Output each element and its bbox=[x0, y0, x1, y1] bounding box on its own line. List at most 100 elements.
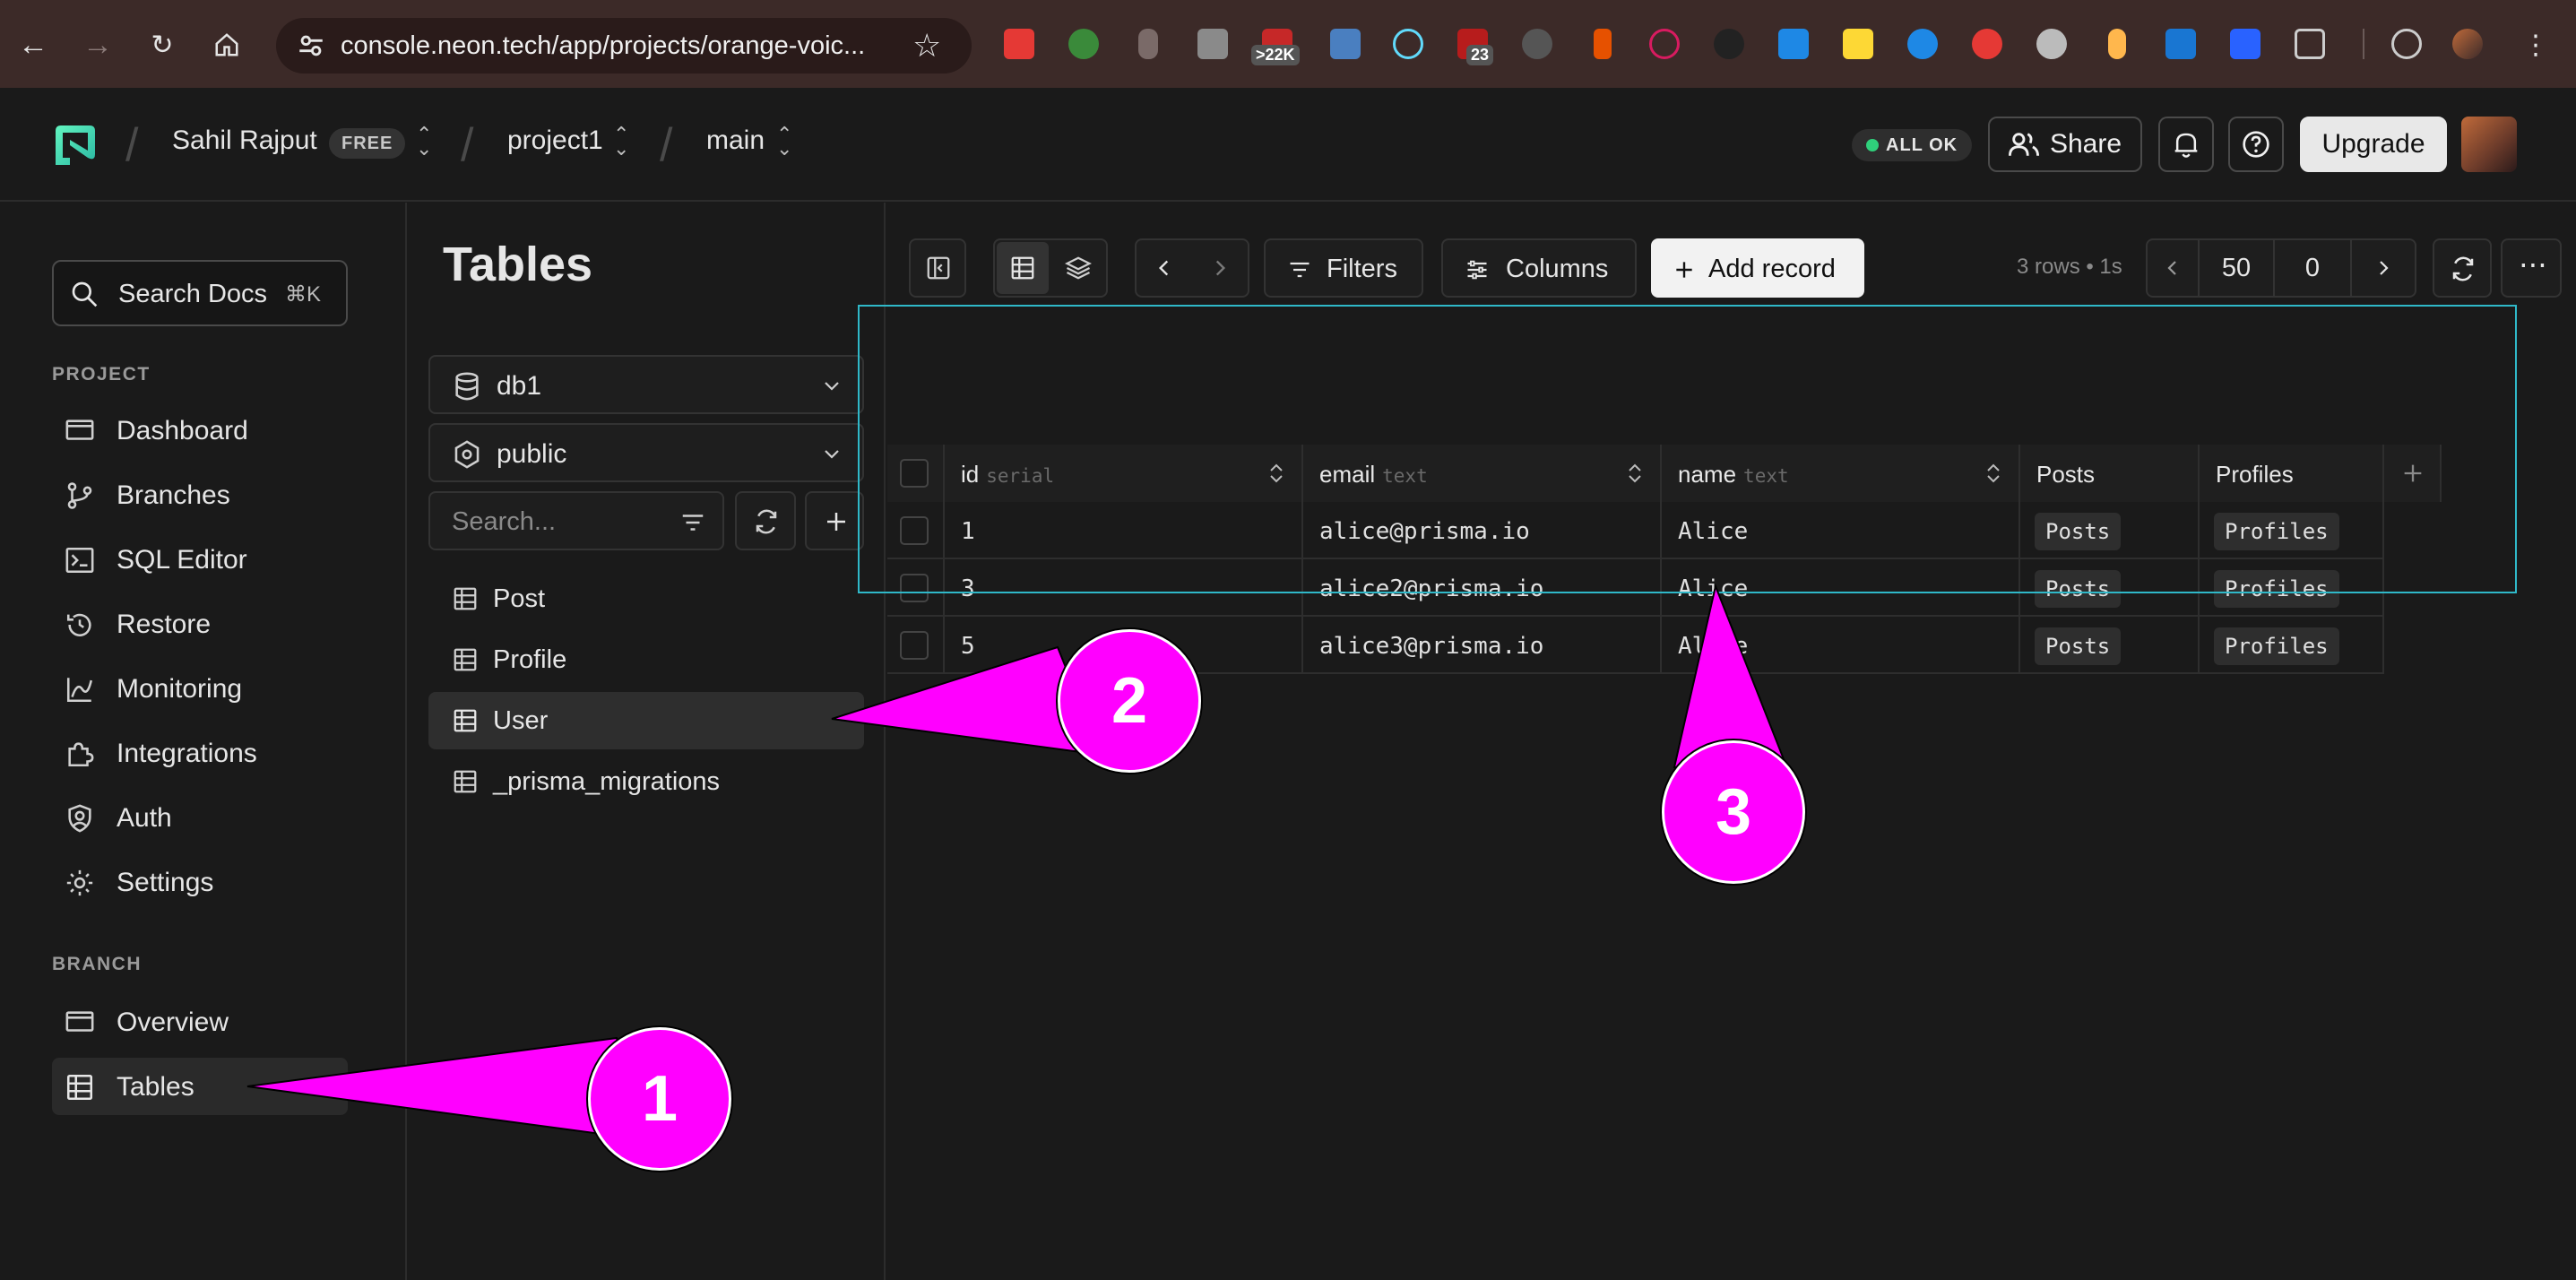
home-icon[interactable] bbox=[204, 22, 249, 67]
sidebar-collapse-icon bbox=[927, 256, 950, 280]
sidebar-item-restore[interactable]: Restore bbox=[52, 595, 348, 653]
status-badge[interactable]: ALL OK bbox=[1852, 129, 1973, 161]
upgrade-button[interactable]: Upgrade bbox=[2300, 117, 2447, 172]
chevron-down-icon bbox=[825, 382, 839, 391]
database-value: db1 bbox=[497, 371, 542, 401]
extension-icon[interactable] bbox=[2230, 29, 2260, 59]
help-button[interactable] bbox=[2228, 117, 2284, 172]
table-item-profile[interactable]: Profile bbox=[428, 631, 864, 688]
breadcrumb-separator: / bbox=[660, 119, 673, 171]
posts-relation-link[interactable]: Posts bbox=[2035, 627, 2122, 665]
row-checkbox[interactable] bbox=[900, 631, 929, 660]
reload-icon[interactable]: ↻ bbox=[140, 22, 185, 67]
table-search-input[interactable]: Search... bbox=[428, 491, 724, 550]
notifications-button[interactable] bbox=[2158, 117, 2214, 172]
more-options-button[interactable]: ⋯ bbox=[2501, 238, 2562, 298]
sidebar-item-sql-editor[interactable]: SQL Editor bbox=[52, 531, 348, 588]
chevron-left-icon[interactable] bbox=[1153, 256, 1176, 280]
extension-icon[interactable] bbox=[1594, 29, 1612, 59]
add-record-button[interactable]: Add record bbox=[1651, 238, 1864, 298]
bell-icon bbox=[2174, 133, 2198, 158]
react-devtools-icon[interactable] bbox=[1393, 29, 1423, 59]
breadcrumb-project[interactable]: project1 bbox=[507, 125, 603, 156]
sidebar-item-branches[interactable]: Branches bbox=[52, 466, 348, 523]
table-item-user[interactable]: User bbox=[428, 692, 864, 749]
extension-icon[interactable] bbox=[1714, 29, 1744, 59]
sidebar-item-overview[interactable]: Overview bbox=[52, 993, 348, 1051]
chevron-updown-icon[interactable]: ⌃ ⌄ bbox=[776, 125, 792, 159]
neon-logo-icon[interactable] bbox=[52, 122, 99, 169]
grid-view-button[interactable] bbox=[997, 242, 1049, 294]
extensions-puzzle-icon[interactable] bbox=[2295, 29, 2325, 59]
table-item-prisma-migrations[interactable]: _prisma_migrations bbox=[428, 753, 864, 810]
breadcrumb-separator: / bbox=[461, 119, 474, 171]
restore-icon bbox=[66, 613, 91, 636]
breadcrumb-user[interactable]: Sahil Rajput bbox=[172, 125, 317, 156]
extension-icon[interactable] bbox=[2036, 29, 2067, 59]
sidebar-item-dashboard[interactable]: Dashboard bbox=[52, 402, 348, 459]
extension-icon[interactable] bbox=[1907, 29, 1938, 59]
record-icon[interactable] bbox=[1972, 29, 2002, 59]
site-settings-icon[interactable] bbox=[296, 30, 326, 61]
status-dot bbox=[1866, 139, 1879, 151]
filters-button[interactable]: Filters bbox=[1264, 238, 1423, 298]
chevron-updown-icon[interactable]: ⌃ ⌄ bbox=[416, 125, 432, 159]
profiles-relation-link[interactable]: Profiles bbox=[2214, 627, 2339, 665]
chevron-right-icon[interactable] bbox=[1208, 256, 1232, 280]
extension-icon[interactable] bbox=[1330, 29, 1361, 59]
toggle-sidebar-button[interactable] bbox=[909, 238, 966, 298]
sidebar-item-tables[interactable]: Tables bbox=[52, 1058, 348, 1115]
microphone-icon[interactable] bbox=[1138, 29, 1158, 59]
status-text: ALL OK bbox=[1886, 135, 1958, 155]
toolbar-divider bbox=[2363, 29, 2364, 59]
sidebar-item-settings[interactable]: Settings bbox=[52, 853, 348, 911]
cell-name[interactable]: Alice bbox=[1662, 617, 2020, 674]
section-label-project: PROJECT bbox=[52, 364, 151, 385]
table-item-label: Post bbox=[493, 584, 546, 613]
extension-icon[interactable] bbox=[1522, 29, 1552, 59]
performance-icon[interactable] bbox=[2391, 29, 2422, 59]
terminal-icon bbox=[65, 547, 94, 574]
profile-avatar-icon[interactable] bbox=[2452, 29, 2483, 59]
extension-icon[interactable] bbox=[1649, 29, 1680, 59]
address-bar[interactable]: console.neon.tech/app/projects/orange-vo… bbox=[276, 18, 972, 74]
forward-icon[interactable]: → bbox=[75, 22, 120, 67]
extension-icon[interactable] bbox=[1778, 29, 1809, 59]
bookmark-star-icon[interactable]: ☆ bbox=[912, 27, 941, 65]
refresh-tables-button[interactable] bbox=[735, 491, 796, 550]
cell-email[interactable]: alice3@prisma.io bbox=[1303, 617, 1662, 674]
search-docs-label: Search Docs bbox=[118, 280, 268, 308]
share-button[interactable]: Share bbox=[1988, 117, 2142, 172]
columns-button[interactable]: Columns bbox=[1441, 238, 1637, 298]
offset-input[interactable]: 0 bbox=[2275, 240, 2352, 296]
search-docs-button[interactable]: Search Docs ⌘K bbox=[52, 260, 348, 326]
breadcrumb-branch[interactable]: main bbox=[706, 125, 765, 156]
extension-icon[interactable] bbox=[1068, 29, 1099, 59]
sidebar-item-integrations[interactable]: Integrations bbox=[52, 724, 348, 782]
browser-menu-icon[interactable]: ⋮ bbox=[2513, 22, 2558, 67]
database-select[interactable]: db1 bbox=[428, 355, 864, 414]
next-page-button[interactable] bbox=[2352, 240, 2415, 296]
sidebar-item-auth[interactable]: Auth bbox=[52, 789, 348, 846]
extension-icon[interactable] bbox=[2165, 29, 2196, 59]
structure-view-button[interactable] bbox=[1052, 242, 1104, 294]
nav-arrows bbox=[1135, 238, 1249, 298]
camera-icon[interactable] bbox=[1197, 29, 1228, 59]
limit-input[interactable]: 50 bbox=[2200, 240, 2275, 296]
extension-icon[interactable] bbox=[1843, 29, 1873, 59]
refresh-data-button[interactable] bbox=[2433, 238, 2492, 298]
table-item-post[interactable]: Post bbox=[428, 570, 864, 627]
prev-page-button[interactable] bbox=[2148, 240, 2200, 296]
extension-icon[interactable] bbox=[2108, 29, 2126, 59]
database-icon bbox=[455, 372, 479, 401]
chevron-updown-icon[interactable]: ⌃ ⌄ bbox=[613, 125, 629, 159]
sidebar-item-monitoring[interactable]: Monitoring bbox=[52, 660, 348, 717]
highlight-box bbox=[858, 305, 2517, 593]
back-icon[interactable]: ← bbox=[11, 22, 56, 67]
add-table-button[interactable] bbox=[805, 491, 864, 550]
filter-icon[interactable] bbox=[679, 509, 706, 536]
table-search-placeholder: Search... bbox=[452, 507, 557, 536]
avatar[interactable] bbox=[2461, 117, 2517, 172]
youtube-extension-icon[interactable] bbox=[1004, 29, 1034, 59]
schema-select[interactable]: public bbox=[428, 423, 864, 482]
